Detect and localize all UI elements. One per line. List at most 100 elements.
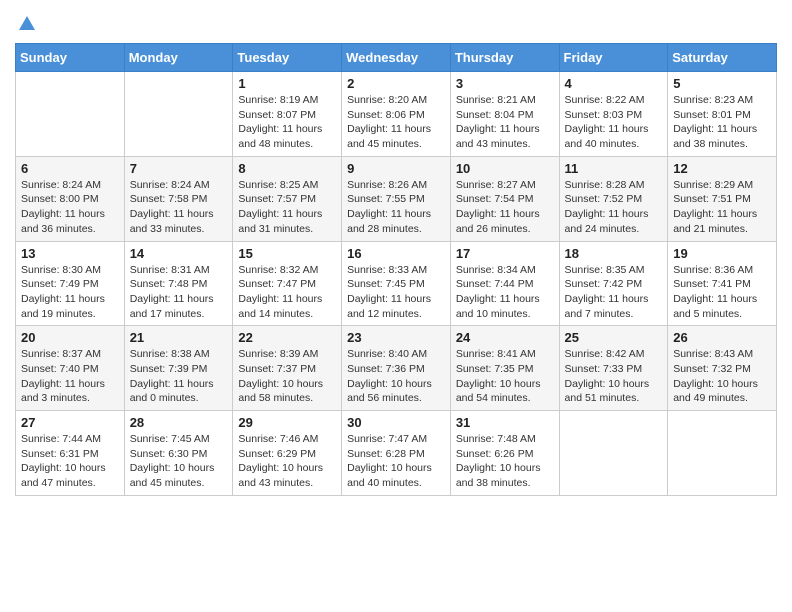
calendar-cell <box>16 72 125 157</box>
calendar-cell: 13 Sunrise: 8:30 AMSunset: 7:49 PMDayligh… <box>16 241 125 326</box>
calendar-cell: 17 Sunrise: 8:34 AMSunset: 7:44 PMDayligh… <box>450 241 559 326</box>
calendar-cell: 8 Sunrise: 8:25 AMSunset: 7:57 PMDaylight… <box>233 156 342 241</box>
day-number: 23 <box>347 330 445 345</box>
calendar-cell: 3Sunrise: 8:21 AMSunset: 8:04 PMDaylight… <box>450 72 559 157</box>
calendar-cell: 10 Sunrise: 8:27 AMSunset: 7:54 PMDayligh… <box>450 156 559 241</box>
day-info: Sunrise: 8:34 AMSunset: 7:44 PMDaylight:… <box>456 263 554 322</box>
day-number: 6 <box>21 161 119 176</box>
calendar-cell: 19 Sunrise: 8:36 AMSunset: 7:41 PMDayligh… <box>668 241 777 326</box>
day-info: Sunrise: 8:43 AMSunset: 7:32 PMDaylight:… <box>673 347 771 406</box>
calendar-cell: 24 Sunrise: 8:41 AMSunset: 7:35 PMDayligh… <box>450 326 559 411</box>
calendar-day-header: Wednesday <box>342 44 451 72</box>
day-info: Sunrise: 7:48 AMSunset: 6:26 PMDaylight:… <box>456 432 554 491</box>
day-info: Sunrise: 8:35 AMSunset: 7:42 PMDaylight:… <box>565 263 663 322</box>
calendar-week-row: 1 Sunrise: 8:19 AMSunset: 8:07 PMDaylight… <box>16 72 777 157</box>
day-info: Sunrise: 8:24 AMSunset: 7:58 PMDaylight:… <box>130 178 228 237</box>
day-info: Sunrise: 8:24 AMSunset: 8:00 PMDaylight:… <box>21 178 119 237</box>
calendar-cell: 12 Sunrise: 8:29 AMSunset: 7:51 PMDayligh… <box>668 156 777 241</box>
calendar-cell: 15 Sunrise: 8:32 AMSunset: 7:47 PMDayligh… <box>233 241 342 326</box>
calendar-cell: 16 Sunrise: 8:33 AMSunset: 7:45 PMDayligh… <box>342 241 451 326</box>
calendar-cell: 26Sunrise: 8:43 AMSunset: 7:32 PMDayligh… <box>668 326 777 411</box>
calendar-table: SundayMondayTuesdayWednesdayThursdayFrid… <box>15 43 777 496</box>
day-number: 17 <box>456 246 554 261</box>
day-info: Sunrise: 8:32 AMSunset: 7:47 PMDaylight:… <box>238 263 336 322</box>
calendar-cell: 27 Sunrise: 7:44 AMSunset: 6:31 PMDayligh… <box>16 411 125 496</box>
calendar-cell: 6 Sunrise: 8:24 AMSunset: 8:00 PMDaylight… <box>16 156 125 241</box>
calendar-day-header: Friday <box>559 44 668 72</box>
calendar-cell: 18Sunrise: 8:35 AMSunset: 7:42 PMDayligh… <box>559 241 668 326</box>
calendar-cell <box>124 72 233 157</box>
day-number: 7 <box>130 161 228 176</box>
calendar-cell <box>559 411 668 496</box>
day-info: Sunrise: 7:45 AMSunset: 6:30 PMDaylight:… <box>130 432 228 491</box>
calendar-cell: 31 Sunrise: 7:48 AMSunset: 6:26 PMDayligh… <box>450 411 559 496</box>
day-number: 9 <box>347 161 445 176</box>
day-info: Sunrise: 8:20 AMSunset: 8:06 PMDaylight:… <box>347 93 445 152</box>
calendar-cell: 20 Sunrise: 8:37 AMSunset: 7:40 PMDayligh… <box>16 326 125 411</box>
day-number: 24 <box>456 330 554 345</box>
calendar-header-row: SundayMondayTuesdayWednesdayThursdayFrid… <box>16 44 777 72</box>
day-number: 14 <box>130 246 228 261</box>
day-number: 15 <box>238 246 336 261</box>
day-number: 19 <box>673 246 771 261</box>
day-info: Sunrise: 8:27 AMSunset: 7:54 PMDaylight:… <box>456 178 554 237</box>
day-number: 8 <box>238 161 336 176</box>
day-number: 25 <box>565 330 663 345</box>
calendar-week-row: 27 Sunrise: 7:44 AMSunset: 6:31 PMDayligh… <box>16 411 777 496</box>
calendar-cell <box>668 411 777 496</box>
day-info: Sunrise: 8:19 AMSunset: 8:07 PMDaylight:… <box>238 93 336 152</box>
day-number: 2 <box>347 76 445 91</box>
calendar-cell: 28Sunrise: 7:45 AMSunset: 6:30 PMDayligh… <box>124 411 233 496</box>
day-info: Sunrise: 8:41 AMSunset: 7:35 PMDaylight:… <box>456 347 554 406</box>
calendar-cell: 14 Sunrise: 8:31 AMSunset: 7:48 PMDayligh… <box>124 241 233 326</box>
calendar-cell: 22Sunrise: 8:39 AMSunset: 7:37 PMDayligh… <box>233 326 342 411</box>
calendar-cell: 21 Sunrise: 8:38 AMSunset: 7:39 PMDayligh… <box>124 326 233 411</box>
day-number: 16 <box>347 246 445 261</box>
page-header <box>15 10 777 37</box>
calendar-day-header: Monday <box>124 44 233 72</box>
calendar-cell: 25 Sunrise: 8:42 AMSunset: 7:33 PMDayligh… <box>559 326 668 411</box>
day-number: 21 <box>130 330 228 345</box>
calendar-cell: 4Sunrise: 8:22 AMSunset: 8:03 PMDaylight… <box>559 72 668 157</box>
calendar-day-header: Thursday <box>450 44 559 72</box>
calendar-week-row: 13 Sunrise: 8:30 AMSunset: 7:49 PMDayligh… <box>16 241 777 326</box>
day-number: 11 <box>565 161 663 176</box>
day-number: 3 <box>456 76 554 91</box>
day-info: Sunrise: 8:28 AMSunset: 7:52 PMDaylight:… <box>565 178 663 237</box>
day-info: Sunrise: 8:33 AMSunset: 7:45 PMDaylight:… <box>347 263 445 322</box>
day-info: Sunrise: 8:31 AMSunset: 7:48 PMDaylight:… <box>130 263 228 322</box>
day-number: 10 <box>456 161 554 176</box>
day-info: Sunrise: 7:44 AMSunset: 6:31 PMDaylight:… <box>21 432 119 491</box>
day-number: 27 <box>21 415 119 430</box>
calendar-cell: 23 Sunrise: 8:40 AMSunset: 7:36 PMDayligh… <box>342 326 451 411</box>
logo <box>15 14 36 37</box>
day-info: Sunrise: 8:30 AMSunset: 7:49 PMDaylight:… <box>21 263 119 322</box>
day-info: Sunrise: 7:47 AMSunset: 6:28 PMDaylight:… <box>347 432 445 491</box>
day-number: 22 <box>238 330 336 345</box>
day-number: 5 <box>673 76 771 91</box>
calendar-cell: 30Sunrise: 7:47 AMSunset: 6:28 PMDayligh… <box>342 411 451 496</box>
calendar-cell: 11 Sunrise: 8:28 AMSunset: 7:52 PMDayligh… <box>559 156 668 241</box>
calendar-cell: 9 Sunrise: 8:26 AMSunset: 7:55 PMDaylight… <box>342 156 451 241</box>
day-info: Sunrise: 8:42 AMSunset: 7:33 PMDaylight:… <box>565 347 663 406</box>
day-number: 20 <box>21 330 119 345</box>
day-info: Sunrise: 8:38 AMSunset: 7:39 PMDaylight:… <box>130 347 228 406</box>
day-info: Sunrise: 8:37 AMSunset: 7:40 PMDaylight:… <box>21 347 119 406</box>
calendar-cell: 1 Sunrise: 8:19 AMSunset: 8:07 PMDaylight… <box>233 72 342 157</box>
day-info: Sunrise: 8:29 AMSunset: 7:51 PMDaylight:… <box>673 178 771 237</box>
calendar-cell: 7 Sunrise: 8:24 AMSunset: 7:58 PMDaylight… <box>124 156 233 241</box>
day-number: 31 <box>456 415 554 430</box>
day-info: Sunrise: 8:23 AMSunset: 8:01 PMDaylight:… <box>673 93 771 152</box>
day-number: 1 <box>238 76 336 91</box>
day-number: 12 <box>673 161 771 176</box>
calendar-day-header: Tuesday <box>233 44 342 72</box>
calendar-cell: 29 Sunrise: 7:46 AMSunset: 6:29 PMDayligh… <box>233 411 342 496</box>
day-number: 29 <box>238 415 336 430</box>
day-info: Sunrise: 8:26 AMSunset: 7:55 PMDaylight:… <box>347 178 445 237</box>
day-info: Sunrise: 8:40 AMSunset: 7:36 PMDaylight:… <box>347 347 445 406</box>
day-number: 13 <box>21 246 119 261</box>
day-info: Sunrise: 8:36 AMSunset: 7:41 PMDaylight:… <box>673 263 771 322</box>
calendar-week-row: 6 Sunrise: 8:24 AMSunset: 8:00 PMDaylight… <box>16 156 777 241</box>
day-info: Sunrise: 7:46 AMSunset: 6:29 PMDaylight:… <box>238 432 336 491</box>
day-info: Sunrise: 8:25 AMSunset: 7:57 PMDaylight:… <box>238 178 336 237</box>
